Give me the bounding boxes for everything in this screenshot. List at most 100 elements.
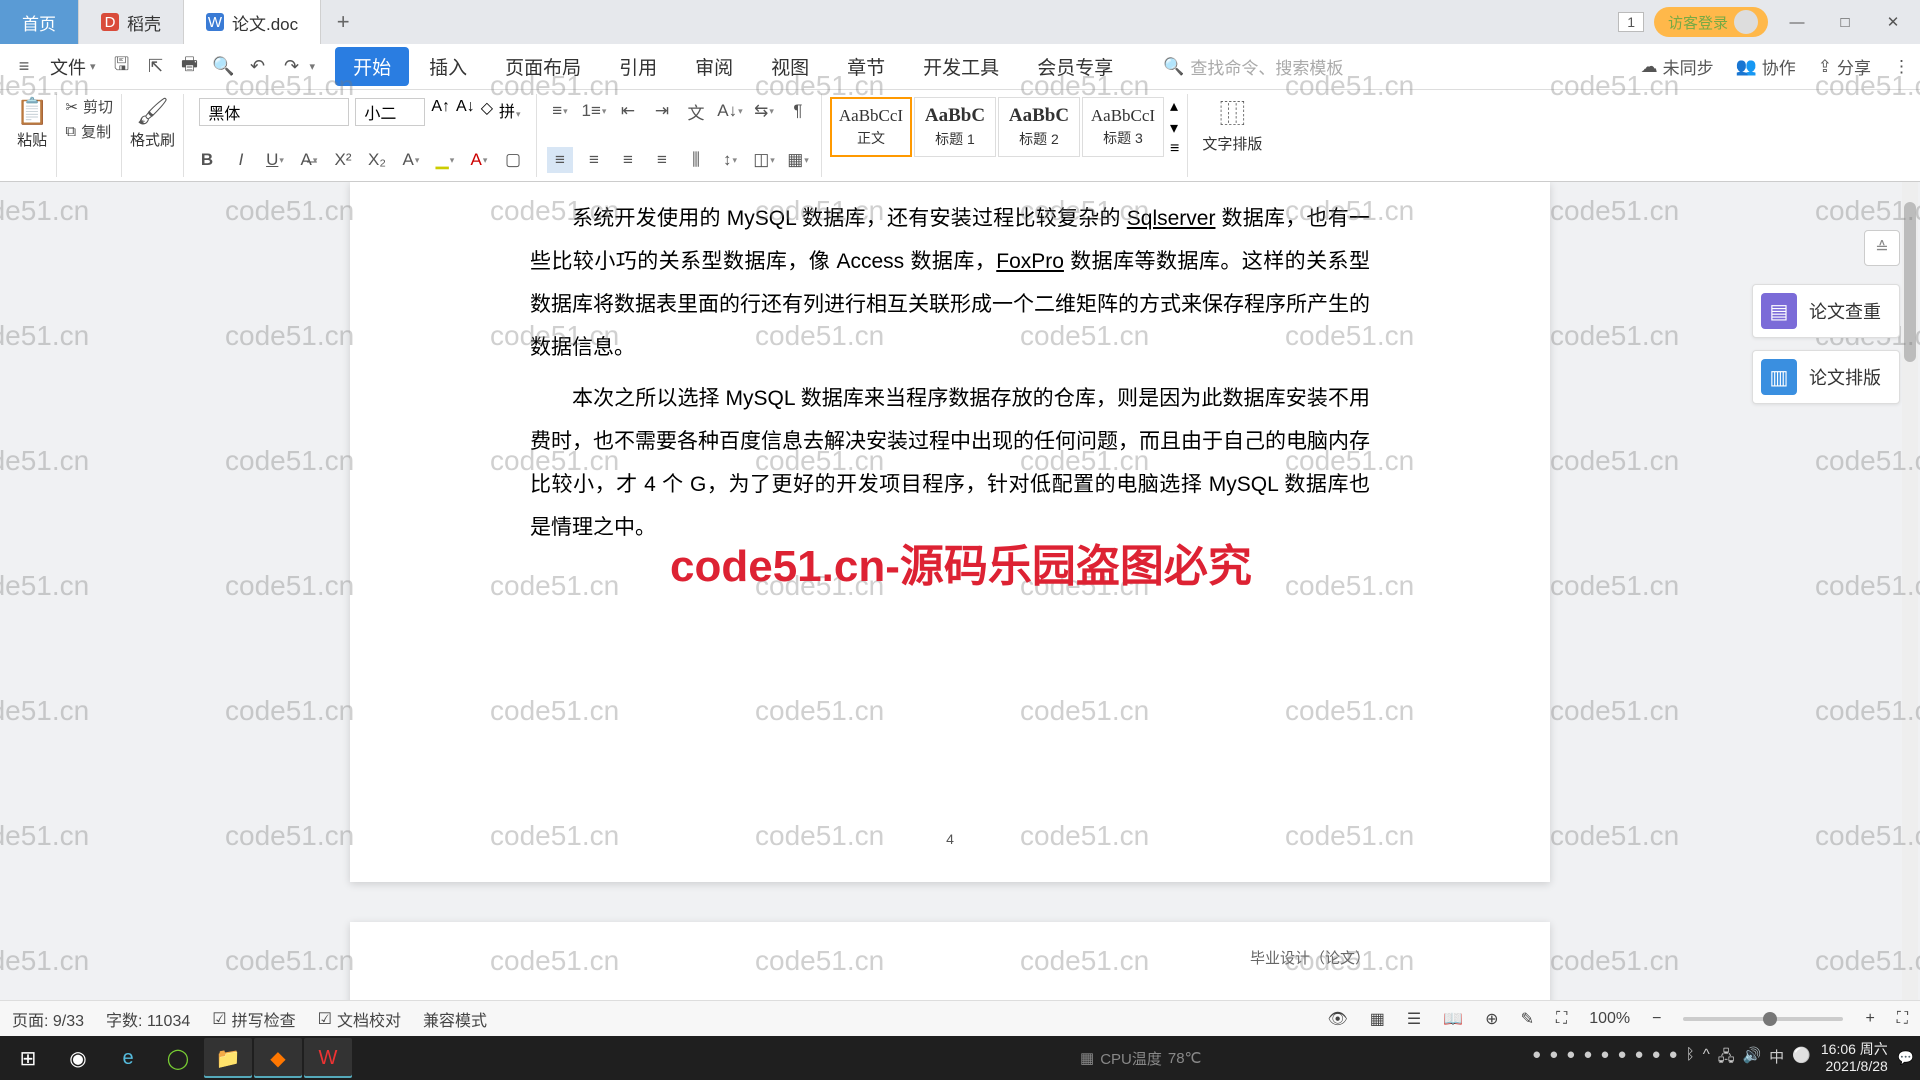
format-painter[interactable]: 🖌格式刷: [130, 96, 175, 150]
page-indicator[interactable]: 页面: 9/33: [12, 1007, 84, 1031]
qat-dropdown[interactable]: ▾: [310, 60, 316, 73]
zoom-out[interactable]: −: [1652, 1010, 1661, 1028]
new-tab-button[interactable]: +: [321, 0, 365, 44]
borders-icon[interactable]: ▦: [785, 147, 811, 173]
menu-view[interactable]: 视图: [753, 47, 827, 86]
file-menu[interactable]: 文件▾: [42, 54, 104, 80]
tray-icon[interactable]: ●: [1669, 1046, 1678, 1071]
highlight-icon[interactable]: ▁: [432, 147, 458, 173]
tray-icon[interactable]: ●: [1566, 1046, 1575, 1071]
share-button[interactable]: ⇪分享: [1818, 54, 1871, 79]
thesis-check-button[interactable]: ▤论文查重: [1752, 284, 1900, 338]
italic-icon[interactable]: I: [228, 147, 254, 173]
cpu-widget[interactable]: ▦CPU温度 78℃: [1080, 1048, 1201, 1069]
zoom-slider[interactable]: [1683, 1017, 1843, 1021]
tray-search-icon[interactable]: ⚪: [1792, 1046, 1811, 1071]
sync-status[interactable]: ☁未同步: [1641, 54, 1714, 79]
align-right-icon[interactable]: ≡: [615, 147, 641, 173]
redo-icon[interactable]: ↷: [276, 51, 308, 83]
menu-pagelayout[interactable]: 页面布局: [487, 47, 599, 86]
doc-proof[interactable]: ☑文档校对: [318, 1007, 401, 1031]
menu-chapter[interactable]: 章节: [829, 47, 903, 86]
document-workspace[interactable]: 系统开发使用的 MySQL 数据库，还有安装过程比较复杂的 Sqlserver …: [0, 182, 1920, 1036]
vertical-scrollbar[interactable]: [1902, 182, 1918, 1036]
command-search[interactable]: 🔍查找命令、搜索模板: [1163, 54, 1343, 79]
cut-button[interactable]: ✂剪切: [65, 96, 113, 117]
word-count[interactable]: 字数: 11034: [106, 1007, 190, 1031]
ime-icon[interactable]: 中: [1769, 1046, 1784, 1071]
shading-icon[interactable]: ◫: [751, 147, 777, 173]
align-left-icon[interactable]: ≡: [547, 147, 573, 173]
numbering-icon[interactable]: 1≡: [581, 98, 607, 124]
align-center-icon[interactable]: ≡: [581, 147, 607, 173]
export-icon[interactable]: ⇱: [140, 51, 172, 83]
tab-icon[interactable]: ⇆: [751, 98, 777, 124]
task-app-2[interactable]: ◆: [254, 1038, 302, 1078]
char-border-icon[interactable]: ▢: [500, 147, 526, 173]
text-effect-icon[interactable]: A: [398, 147, 424, 173]
notifications-icon[interactable]: 💬: [1898, 1050, 1914, 1066]
menu-insert[interactable]: 插入: [411, 47, 485, 86]
side-toggle[interactable]: ≙: [1864, 230, 1900, 266]
paste-button[interactable]: 📋粘贴: [16, 96, 48, 150]
start-button[interactable]: ⊞: [4, 1038, 52, 1078]
text-layout-button[interactable]: ⿲文字排版: [1202, 94, 1262, 154]
tray-icon[interactable]: ●: [1635, 1046, 1644, 1071]
bold-icon[interactable]: B: [194, 147, 220, 173]
distribute-icon[interactable]: ⫼: [683, 147, 709, 173]
tray-icon[interactable]: ●: [1583, 1046, 1592, 1071]
menu-member[interactable]: 会员专享: [1019, 47, 1131, 86]
print-icon[interactable]: 🖶: [174, 51, 206, 83]
asian-layout-icon[interactable]: 文: [683, 98, 709, 124]
page-view-icon[interactable]: ▦: [1370, 1009, 1385, 1029]
fit-width-icon[interactable]: ⛶: [1556, 1010, 1567, 1028]
superscript-icon[interactable]: X²: [330, 147, 356, 173]
clear-format-icon[interactable]: ◇: [481, 98, 493, 126]
underline-icon[interactable]: U: [262, 147, 288, 173]
task-explorer[interactable]: 📁: [204, 1038, 252, 1078]
pen-icon[interactable]: ✎: [1521, 1009, 1534, 1029]
tab-home[interactable]: 首页: [0, 0, 79, 44]
task-ie[interactable]: e: [104, 1038, 152, 1078]
web-view-icon[interactable]: ⊕: [1485, 1009, 1498, 1029]
volume-icon[interactable]: 🔊: [1742, 1046, 1761, 1071]
menu-review[interactable]: 审阅: [677, 47, 751, 86]
font-family-select[interactable]: 黑体: [199, 98, 349, 126]
style-down-icon[interactable]: ▾: [1170, 118, 1179, 138]
undo-icon[interactable]: ↶: [242, 51, 274, 83]
indent-increase-icon[interactable]: ⇥: [649, 98, 675, 124]
line-spacing-icon[interactable]: ↕: [717, 147, 743, 173]
tray-icon[interactable]: ●: [1532, 1046, 1541, 1071]
style-normal[interactable]: AaBbCcI正文: [830, 97, 912, 157]
menu-start[interactable]: 开始: [335, 47, 409, 86]
menu-devtools[interactable]: 开发工具: [905, 47, 1017, 86]
show-marks-icon[interactable]: ¶: [785, 98, 811, 124]
style-h2[interactable]: AaBbC标题 2: [998, 97, 1080, 157]
tray-up-icon[interactable]: ^: [1703, 1046, 1710, 1071]
bluetooth-icon[interactable]: ᛒ: [1686, 1046, 1695, 1071]
style-h1[interactable]: AaBbC标题 1: [914, 97, 996, 157]
network-icon[interactable]: 🖧: [1718, 1046, 1735, 1071]
clock[interactable]: 16:06 周六2021/8/28: [1821, 1041, 1888, 1075]
bullets-icon[interactable]: ≡: [547, 98, 573, 124]
tab-daoqiao[interactable]: D稻壳: [79, 0, 184, 44]
compat-mode[interactable]: 兼容模式: [423, 1007, 487, 1031]
increase-font-icon[interactable]: A↑: [431, 98, 450, 126]
zoom-value[interactable]: 100%: [1589, 1010, 1630, 1028]
more-icon[interactable]: ⋮: [1893, 57, 1910, 77]
tray-icon[interactable]: ●: [1549, 1046, 1558, 1071]
thesis-layout-button[interactable]: ▥论文排版: [1752, 350, 1900, 404]
copy-button[interactable]: ⧉复制: [65, 121, 113, 142]
subscript-icon[interactable]: X₂: [364, 147, 390, 173]
zoom-in[interactable]: +: [1865, 1010, 1874, 1028]
read-view-icon[interactable]: 📖: [1443, 1009, 1463, 1029]
zoom-knob[interactable]: [1763, 1012, 1777, 1026]
tray-icon[interactable]: ●: [1652, 1046, 1661, 1071]
task-app-1[interactable]: ◉: [54, 1038, 102, 1078]
maximize-button[interactable]: □: [1826, 7, 1864, 37]
tray-icon[interactable]: ●: [1617, 1046, 1626, 1071]
notification-count[interactable]: 1: [1618, 12, 1644, 32]
font-color-icon[interactable]: A: [466, 147, 492, 173]
save-icon[interactable]: 🖫: [106, 51, 138, 83]
close-button[interactable]: ✕: [1874, 7, 1912, 37]
